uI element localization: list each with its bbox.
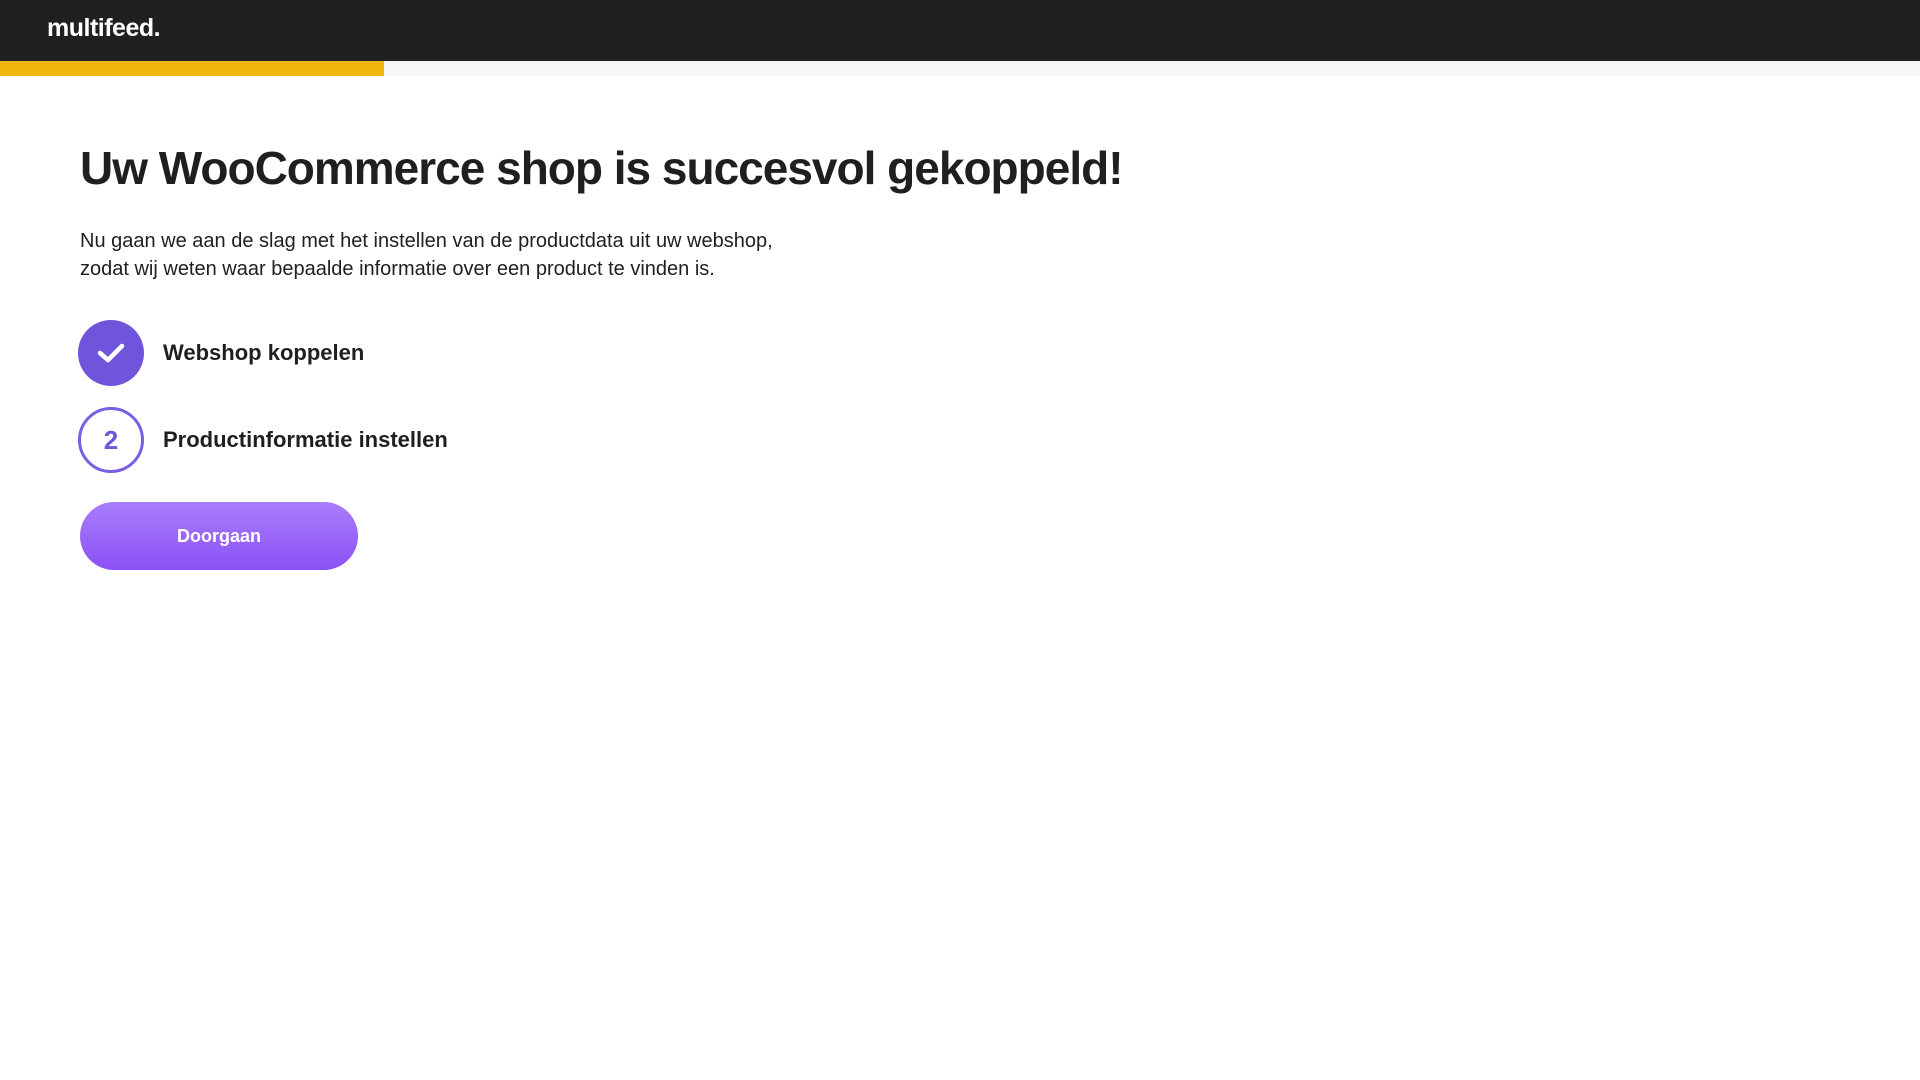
step-webshop-koppelen: Webshop koppelen — [78, 320, 1480, 386]
main-content: Uw WooCommerce shop is succesvol gekoppe… — [78, 140, 1480, 570]
intro-line-2: zodat wij weten waar bepaalde informatie… — [80, 258, 715, 280]
page-title: Uw WooCommerce shop is succesvol gekoppe… — [80, 142, 1124, 194]
step-completed-indicator — [78, 320, 144, 386]
continue-button[interactable]: Doorgaan — [80, 502, 358, 570]
multifeed-logo[interactable]: multifeed. — [47, 16, 161, 41]
progress-bar — [0, 61, 1920, 76]
step-productinformatie-instellen: 2 Productinformatie instellen — [78, 407, 1480, 473]
check-icon — [97, 343, 125, 363]
intro-text: Nu gaan we aan de slag met het instellen… — [80, 227, 880, 283]
progress-bar-fill — [0, 61, 384, 76]
top-bar: multifeed. — [0, 0, 1920, 61]
intro-line-1: Nu gaan we aan de slag met het instellen… — [80, 230, 773, 252]
step-number-indicator: 2 — [78, 407, 144, 473]
step-label: Productinformatie instellen — [163, 427, 448, 452]
step-label: Webshop koppelen — [163, 340, 365, 365]
step-list: Webshop koppelen 2 Productinformatie ins… — [78, 320, 1480, 473]
